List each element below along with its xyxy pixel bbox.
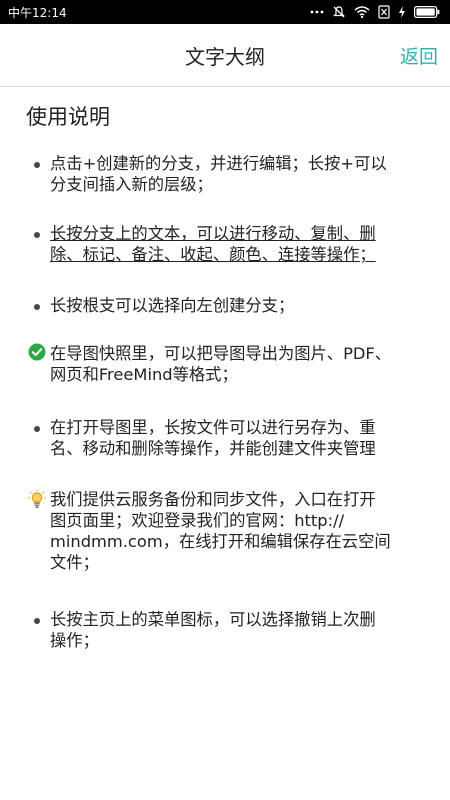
item-text-line: 分支间插入新的层级； [50,175,213,194]
back-button[interactable]: 返回 [400,24,438,86]
signal-dots-icon [310,10,324,14]
item-text-line: 在导图快照里，可以把导图导出为图片、PDF、 [50,344,392,363]
mute-icon [333,6,345,18]
instructions-content: 使用说明 点击+创建新的分支，并进行编辑；长按+可以 分支间插入新的层级； 长按… [0,87,450,800]
title-bar: 文字大纲 返回 [0,24,450,87]
sim-icon [378,5,390,19]
item-text-line: 我们提供云服务备份和同步文件，入口在打开 [50,490,376,509]
item-text-line: 名、移动和删除等操作，并能创建文件夹管理 [50,439,376,458]
charging-icon [399,6,405,18]
item-text-line: 长按分支上的文本，可以进行移动、复制、删 [50,224,376,243]
item-text-line: 长按主页上的菜单图标，可以选择撤销上次删 [50,610,376,629]
item-text-line: 文件； [50,553,99,572]
list-item[interactable]: 长按分支上的文本，可以进行移动、复制、删 除、标记、备注、收起、颜色、连接等操作… [0,223,426,265]
bullet-dot [34,162,40,168]
list-item: 在打开导图里，长按文件可以进行另存为、重 名、移动和删除等操作，并能创建文件夹管… [0,417,426,459]
bullet-dot [34,618,40,624]
status-time: 中午12:14 [8,5,67,20]
battery-icon [414,6,440,18]
item-text-line: mindmm.com，在线打开和编辑保存在云空间 [50,532,391,551]
bullet-dot [34,426,40,432]
bullet-dot [34,304,40,310]
item-text-line: 在打开导图里，长按文件可以进行另存为、重 [50,418,376,437]
list-item: 在导图快照里，可以把导图导出为图片、PDF、 网页和FreeMind等格式； [0,343,426,385]
item-text-line: 除、标记、备注、收起、颜色、连接等操作； [50,245,376,264]
list-item: 长按根支可以选择向左创建分支； [0,295,426,316]
check-circle-icon [28,343,46,361]
list-item: 长按主页上的菜单图标，可以选择撤销上次删 操作； [0,609,426,651]
item-text-line: 操作； [50,631,99,650]
item-text-line: 点击+创建新的分支，并进行编辑；长按+可以 [50,154,387,173]
bullet-dot [34,232,40,238]
wifi-icon [354,6,370,18]
item-text-line: 长按根支可以选择向左创建分支； [50,296,295,315]
item-text-line: 网页和FreeMind等格式； [50,365,238,384]
item-text-line: 图页面里；欢迎登录我们的官网：http:// [50,511,345,530]
status-icons [310,5,440,19]
section-title: 使用说明 [26,105,110,129]
list-item: 点击+创建新的分支，并进行编辑；长按+可以 分支间插入新的层级； [0,153,426,195]
lightbulb-icon [28,489,46,508]
page-title: 文字大纲 [185,44,265,69]
status-bar: 中午12:14 [0,0,450,24]
list-item: 我们提供云服务备份和同步文件，入口在打开 图页面里；欢迎登录我们的官网：http… [0,489,426,573]
